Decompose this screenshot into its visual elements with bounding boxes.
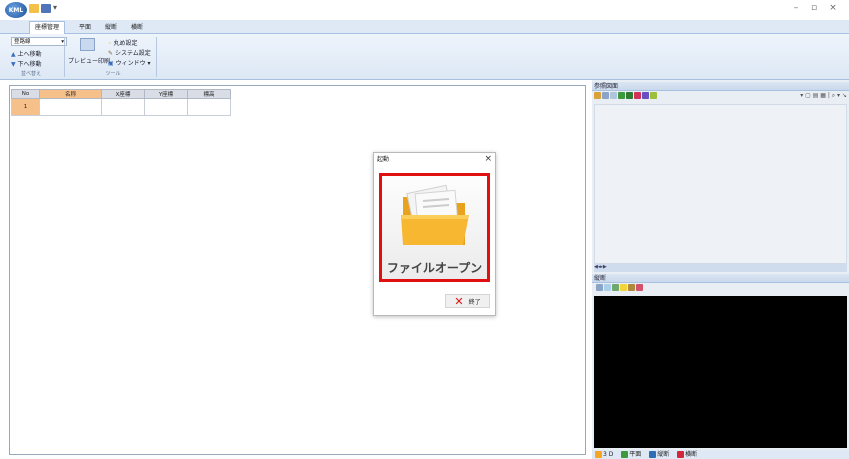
- title-bar: [0, 0, 849, 20]
- wrench-icon: ✎: [108, 50, 114, 57]
- column-header-y[interactable]: Y座標: [144, 89, 188, 99]
- ribbon-separator: [64, 37, 65, 77]
- column-header-name[interactable]: 名称: [39, 89, 102, 99]
- save-icon[interactable]: [41, 4, 51, 13]
- zoom-icon[interactable]: [604, 284, 611, 291]
- route-combo-value: 登路線: [14, 39, 31, 45]
- dialog-title: 起動: [377, 156, 390, 163]
- print-preview-button[interactable]: プレビュー印刷: [68, 56, 110, 65]
- window-menu-label: ウィンドウ: [115, 60, 146, 67]
- tab-profile[interactable]: 縦断: [100, 22, 122, 34]
- round-settings-button[interactable]: ◦ 丸め設定: [108, 38, 137, 47]
- coordinate-table-pane: [9, 85, 586, 455]
- close-x-icon: ✕: [454, 294, 464, 308]
- print-icon[interactable]: [596, 284, 603, 291]
- view-tab-plan-label: 平面: [629, 451, 642, 458]
- arrow-down-icon: ▼: [11, 61, 16, 68]
- layer-icon[interactable]: [626, 92, 633, 99]
- profile-panel-title: 縦断: [594, 275, 607, 282]
- view-icon[interactable]: [610, 92, 617, 99]
- select-icon[interactable]: [650, 92, 657, 99]
- app-logo[interactable]: KML: [5, 2, 27, 18]
- end-label: 終了: [468, 298, 481, 306]
- cross-section-icon: [677, 451, 685, 458]
- move-up-label: 上へ移動: [17, 51, 42, 58]
- round-settings-label: 丸め設定: [113, 40, 138, 47]
- dialog-close-button[interactable]: ×: [484, 153, 492, 166]
- layer-green-icon[interactable]: [618, 92, 625, 99]
- page-nav-icons[interactable]: ◀◂▸▶: [594, 264, 607, 270]
- folder-icon: [400, 184, 469, 245]
- startup-dialog: 起動 × ファイルオープン ✕ 終了: [373, 152, 496, 316]
- chevron-down-icon: ▾: [147, 60, 151, 67]
- view-tab-3d-label: 3 D: [603, 451, 614, 458]
- reference-panel-title: 参照図面: [594, 83, 619, 90]
- file-open-button[interactable]: ファイルオープン: [379, 173, 490, 282]
- arrow-up-icon: ▲: [11, 51, 16, 58]
- round-icon: ◦: [108, 40, 112, 47]
- column-header-elevation[interactable]: 標高: [187, 89, 231, 99]
- group-label-sort: 並べ替え: [20, 71, 41, 77]
- close-button[interactable]: ×: [826, 3, 840, 13]
- file-open-label: ファイルオープン: [386, 261, 483, 275]
- column-header-x[interactable]: X座標: [101, 89, 145, 99]
- table-cell[interactable]: [101, 98, 145, 116]
- end-button[interactable]: ✕ 終了: [445, 294, 490, 308]
- tab-cross-section[interactable]: 横断: [126, 22, 148, 34]
- route-combo[interactable]: 登路線 ▾: [11, 37, 67, 46]
- profile-toolbar: [596, 284, 849, 294]
- refresh-icon[interactable]: [612, 284, 619, 291]
- reference-panel-header: 参照図面: [592, 82, 849, 91]
- view-tab-cross[interactable]: 横断: [677, 451, 697, 458]
- profile-panel-header: 縦断: [592, 274, 849, 283]
- table-cell[interactable]: [144, 98, 188, 116]
- move-down-button[interactable]: ▼ 下へ移動: [11, 59, 42, 68]
- move-up-button[interactable]: ▲ 上へ移動: [11, 49, 42, 58]
- table-cell[interactable]: [39, 98, 102, 116]
- open-folder-icon[interactable]: [29, 4, 39, 13]
- view-tab-3d[interactable]: 3 D: [595, 451, 613, 458]
- system-settings-button[interactable]: ✎ システム設定: [108, 48, 151, 57]
- zoom-toolbar[interactable]: ▾ ▢ ▤ ▦ | ⌕ ▾ ↘: [767, 92, 847, 102]
- window-icon: ▣: [108, 60, 114, 67]
- zoom-icons[interactable]: ▾ ▢ ▤ ▦ | ⌕ ▾ ↘: [800, 92, 847, 99]
- profile-view[interactable]: [594, 296, 847, 448]
- plan-icon: [621, 451, 629, 458]
- table-cell[interactable]: [187, 98, 231, 116]
- tab-plan[interactable]: 平面: [74, 22, 96, 34]
- view-tab-profile-label: 縦断: [657, 451, 670, 458]
- print-icon[interactable]: [602, 92, 609, 99]
- print-preview-icon[interactable]: [80, 38, 95, 51]
- column-header-no[interactable]: No: [11, 89, 40, 99]
- move-down-label: 下へ移動: [17, 61, 42, 68]
- grade-icon[interactable]: [636, 284, 643, 291]
- bulb-icon[interactable]: [620, 284, 627, 291]
- view-tab-bar: 3 D 平面 縦断 横断: [592, 450, 849, 459]
- system-settings-label: システム設定: [114, 50, 151, 57]
- table-row[interactable]: 1: [11, 98, 231, 116]
- minimize-button[interactable]: –: [789, 3, 803, 13]
- tab-coordinate-management[interactable]: 座標管理: [29, 21, 66, 35]
- ribbon-separator: [156, 37, 157, 77]
- 3d-icon: [595, 451, 602, 458]
- window-menu-button[interactable]: ▣ ウィンドウ ▾: [108, 58, 151, 67]
- restore-button[interactable]: ▫: [807, 3, 821, 13]
- group-label-tools: ツール: [105, 71, 121, 77]
- row-number-cell[interactable]: 1: [11, 98, 40, 116]
- quick-access-dropdown-icon[interactable]: ▾: [53, 3, 57, 12]
- help-icon[interactable]: [642, 92, 649, 99]
- settings-icon[interactable]: [628, 284, 635, 291]
- open-icon[interactable]: [594, 92, 601, 99]
- view-tab-plan[interactable]: 平面: [621, 451, 641, 458]
- view-tab-profile[interactable]: 縦断: [649, 451, 669, 458]
- page-navigator[interactable]: ◀◂▸▶: [594, 264, 847, 272]
- view-tab-cross-label: 横断: [685, 451, 698, 458]
- reference-view[interactable]: [594, 104, 847, 264]
- layer-red-icon[interactable]: [634, 92, 641, 99]
- coordinate-table: No 名称 X座標 Y座標 標高 1: [11, 89, 231, 116]
- profile-icon: [649, 451, 657, 458]
